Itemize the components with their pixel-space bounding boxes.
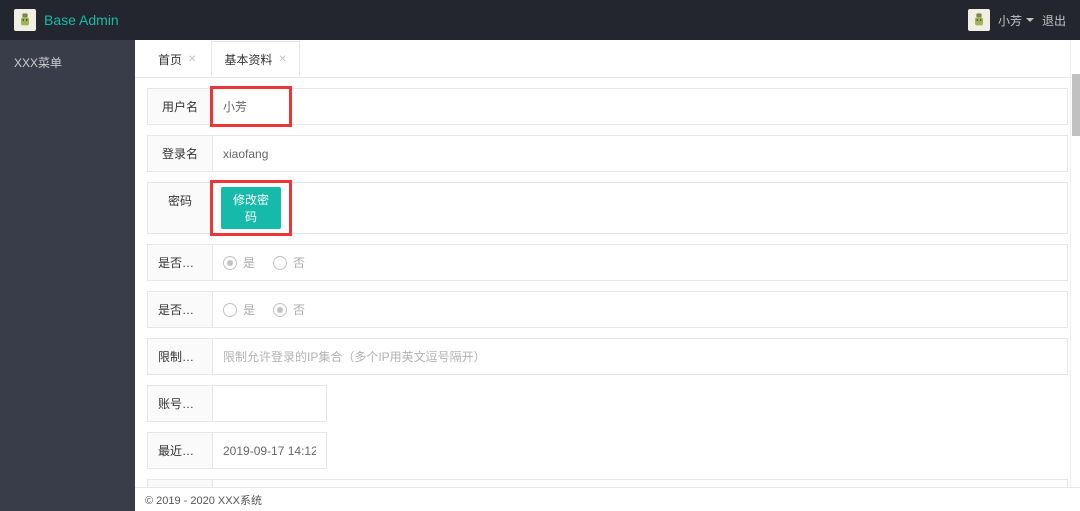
- input-username-wrap: [212, 88, 290, 125]
- allow2-no[interactable]: 否: [273, 301, 305, 318]
- input-recent-modify-wrap: [212, 432, 327, 469]
- label-recent-modify: 最近修改…: [147, 432, 212, 469]
- logout-link[interactable]: 退出: [1042, 12, 1066, 29]
- label-expire: 账号失效…: [147, 385, 212, 422]
- radio-icon: [273, 256, 287, 270]
- input-login[interactable]: [223, 147, 1057, 161]
- footer-copyright: © 2019 - 2020 XXX系统: [145, 495, 262, 507]
- input-login-wrap: [212, 135, 1068, 172]
- label-allow2: 是否允许…: [147, 291, 212, 328]
- allow1-yes[interactable]: 是: [223, 254, 255, 271]
- value-created: 2019-09-17 14:12:41.0: [212, 479, 1068, 487]
- close-icon[interactable]: ✕: [188, 54, 196, 65]
- user-menu[interactable]: 小芳: [998, 12, 1034, 29]
- chevron-down-icon: [1026, 18, 1034, 26]
- allow1-cell: 是 否: [212, 244, 1068, 281]
- top-bar: Base Admin 小芳 退出: [0, 0, 1080, 40]
- label-allow1: 是否允许…: [147, 244, 212, 281]
- tab-profile[interactable]: 基本资料 ✕: [211, 41, 299, 77]
- input-username-rest: [290, 88, 1068, 125]
- tab-label: 首页: [158, 51, 182, 68]
- label-username: 用户名: [147, 88, 212, 125]
- tab-bar: 首页 ✕ 基本资料 ✕: [135, 40, 1080, 78]
- sidebar-item-menu[interactable]: XXX菜单: [0, 50, 135, 75]
- form-area[interactable]: 用户名 登录名 密码: [147, 78, 1068, 487]
- password-cell: 修改密码: [212, 182, 290, 234]
- allow1-no[interactable]: 否: [273, 254, 305, 271]
- tab-label: 基本资料: [224, 51, 272, 68]
- label-ipset: 限制允许…: [147, 338, 212, 375]
- change-password-button[interactable]: 修改密码: [221, 187, 281, 229]
- footer: © 2019 - 2020 XXX系统: [135, 487, 1080, 511]
- radio-icon: [223, 256, 237, 270]
- radio-icon: [223, 303, 237, 317]
- brand-logo: [14, 9, 36, 31]
- input-expire-wrap: [212, 385, 327, 422]
- radio-icon: [273, 303, 287, 317]
- scrollbar-vertical[interactable]: [1070, 40, 1080, 487]
- username-label: 小芳: [998, 12, 1022, 29]
- avatar: [968, 9, 990, 31]
- label-created: 创建时间: [147, 479, 212, 487]
- password-rest: [290, 182, 1068, 234]
- input-expire[interactable]: [223, 397, 316, 411]
- brand-title: Base Admin: [44, 12, 119, 28]
- label-password: 密码: [147, 182, 212, 234]
- close-icon[interactable]: ✕: [278, 54, 286, 65]
- scrollbar-thumb[interactable]: [1072, 74, 1080, 136]
- sidebar: XXX菜单: [0, 40, 135, 511]
- allow2-cell: 是 否: [212, 291, 1068, 328]
- input-ipset[interactable]: [223, 350, 1057, 364]
- input-username[interactable]: [223, 100, 279, 114]
- input-recent-modify[interactable]: [223, 444, 316, 458]
- label-login: 登录名: [147, 135, 212, 172]
- input-ipset-wrap: [212, 338, 1068, 375]
- allow2-yes[interactable]: 是: [223, 301, 255, 318]
- tab-home[interactable]: 首页 ✕: [145, 41, 209, 77]
